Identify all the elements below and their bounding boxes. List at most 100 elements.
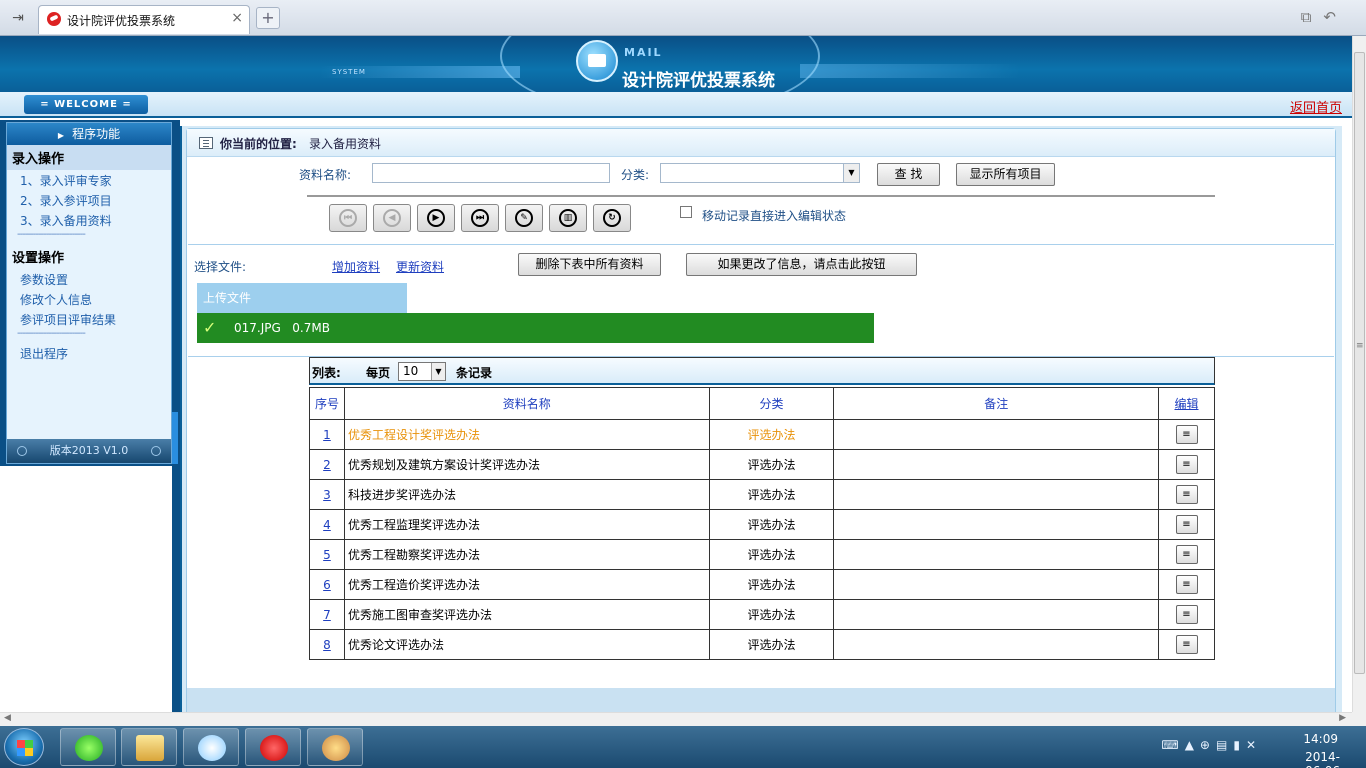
new-tab-button[interactable]: +	[256, 7, 280, 29]
sidebar-item-parameters[interactable]: 参数设置	[7, 269, 171, 289]
plus-icon[interactable]: ⊕	[1200, 738, 1216, 752]
row-index-link[interactable]: 6	[323, 578, 331, 592]
column-header-category: 分类	[708, 387, 835, 420]
table-row[interactable]: 8 优秀论文评选办法 评选办法 ≡	[309, 629, 1215, 660]
list-label: 列表:	[312, 366, 341, 380]
tray-icons[interactable]: ⌨▲⊕▤▮✕	[1161, 738, 1262, 752]
sidebar-item-input-projects[interactable]: 2、录入参评项目	[7, 190, 171, 210]
clock-time[interactable]: 14:09	[1303, 732, 1338, 746]
row-material-name: 优秀工程勘察奖评选办法	[343, 539, 710, 570]
row-index: 5	[309, 539, 345, 570]
last-record-button[interactable]: ⏭	[461, 204, 499, 232]
volume-muted-icon[interactable]: ✕	[1246, 738, 1262, 752]
restore-window-icon[interactable]: ⧉	[1301, 8, 1324, 26]
add-material-link[interactable]: 增加资料	[332, 258, 380, 275]
next-record-button[interactable]: ▶	[417, 204, 455, 232]
column-header-index: 序号	[309, 387, 345, 420]
column-header-edit[interactable]: 编辑	[1158, 387, 1215, 420]
show-all-button[interactable]: 显示所有项目	[956, 163, 1055, 186]
row-edit-button[interactable]: ≡	[1175, 575, 1198, 594]
table-row[interactable]: 3 科技进步奖评选办法 评选办法 ≡	[309, 479, 1215, 510]
chevron-down-icon[interactable]: ▼	[431, 363, 445, 380]
edit-state-checkbox[interactable]	[680, 206, 692, 218]
sidebar-separator: --------------------------	[17, 329, 86, 339]
window-controls[interactable]: ⧉↶	[1301, 8, 1348, 26]
edit-record-button[interactable]: ✎	[505, 204, 543, 232]
sidebar-group-settings: 设置操作	[12, 251, 65, 266]
per-page-select[interactable]: 10 ▼	[398, 362, 446, 381]
pencil-icon: ✎	[515, 209, 533, 227]
row-index-link[interactable]: 1	[323, 428, 331, 442]
row-edit-button[interactable]: ≡	[1175, 455, 1198, 474]
scroll-right-icon[interactable]: ▶	[1339, 713, 1346, 723]
material-name-input[interactable]	[372, 163, 610, 183]
vertical-scrollbar[interactable]: ≡	[1352, 36, 1366, 712]
scrollbar-thumb[interactable]	[1354, 52, 1365, 674]
row-index-link[interactable]: 4	[323, 518, 331, 532]
first-record-button[interactable]: ⏮	[329, 204, 367, 232]
row-index-link[interactable]: 3	[323, 488, 331, 502]
table-row[interactable]: 1 优秀工程设计奖评选办法 评选办法 ≡	[309, 419, 1215, 450]
sidebar-item-input-materials[interactable]: 3、录入备用资料	[7, 210, 171, 230]
tab-close-icon[interactable]: ×	[231, 10, 243, 26]
previous-record-button[interactable]: ◀	[373, 204, 411, 232]
back-icon[interactable]: ↶	[1323, 8, 1348, 26]
row-material-name: 优秀工程监理奖评选办法	[343, 509, 710, 540]
row-edit-button[interactable]: ≡	[1175, 515, 1198, 534]
table-row[interactable]: 6 优秀工程造价奖评选办法 评选办法 ≡	[309, 569, 1215, 600]
row-category: 评选办法	[708, 509, 835, 540]
taskbar-app-explorer[interactable]	[121, 728, 177, 766]
row-index-link[interactable]: 5	[323, 548, 331, 562]
taskbar-app-paint[interactable]	[307, 728, 363, 766]
sidebar-item-input-experts[interactable]: 1、录入评审专家	[7, 170, 171, 190]
triangle-right-icon: ▶	[57, 131, 65, 140]
table-row[interactable]: 4 优秀工程监理奖评选办法 评选办法 ≡	[309, 509, 1215, 540]
row-material-name: 优秀论文评选办法	[343, 629, 710, 660]
row-index-link[interactable]: 8	[323, 638, 331, 652]
sidebar-item-profile[interactable]: 修改个人信息	[7, 289, 171, 309]
start-button[interactable]	[4, 728, 44, 766]
table-row[interactable]: 7 优秀施工图审查奖评选办法 评选办法 ≡	[309, 599, 1215, 630]
info-changed-button[interactable]: 如果更改了信息，请点击此按钮	[686, 253, 917, 276]
row-index-link[interactable]: 2	[323, 458, 331, 472]
find-button[interactable]: 查 找	[877, 163, 940, 186]
row-material-name: 优秀工程造价奖评选办法	[343, 569, 710, 600]
mail-logo-icon	[576, 40, 618, 82]
upload-header: 上传文件	[197, 283, 407, 313]
horizontal-scrollbar[interactable]: ◀ ▶	[0, 712, 1352, 726]
return-home-link[interactable]: 返回首页	[1290, 97, 1342, 116]
category-select[interactable]: ▼	[660, 163, 860, 183]
trash-icon: ▥	[559, 209, 577, 227]
sidebar-resize-handle[interactable]	[172, 412, 178, 464]
row-edit-cell: ≡	[1158, 509, 1215, 540]
row-edit-button[interactable]: ≡	[1175, 425, 1198, 444]
refresh-button[interactable]: ↻	[593, 204, 631, 232]
browser-tab[interactable]: 设计院评优投票系统 ×	[38, 5, 250, 34]
row-material-name: 科技进步奖评选办法	[343, 479, 710, 510]
sidebar-toggle-icon[interactable]: ⇥	[8, 8, 28, 28]
keyboard-icon[interactable]: ⌨	[1161, 738, 1184, 752]
sidebar-item-review-results[interactable]: 参评项目评审结果	[7, 309, 171, 329]
taskbar-app-browser[interactable]	[60, 728, 116, 766]
delete-record-button[interactable]: ▥	[549, 204, 587, 232]
update-material-link[interactable]: 更新资料	[396, 258, 444, 275]
system-title: 设计院评优投票系统	[622, 71, 775, 91]
sidebar-item-exit[interactable]: 退出程序	[7, 343, 171, 363]
taskbar-app-cloud[interactable]	[183, 728, 239, 766]
scroll-left-icon[interactable]: ◀	[4, 713, 11, 723]
row-edit-button[interactable]: ≡	[1175, 545, 1198, 564]
row-edit-button[interactable]: ≡	[1175, 635, 1198, 654]
chevron-down-icon[interactable]: ▼	[843, 164, 859, 182]
delete-all-button[interactable]: 删除下表中所有资料	[518, 253, 661, 276]
clock-date[interactable]: 2014-06-06	[1305, 750, 1340, 768]
network-icon[interactable]: ▮	[1233, 738, 1246, 752]
row-edit-button[interactable]: ≡	[1175, 605, 1198, 624]
table-row[interactable]: 2 优秀规划及建筑方案设计奖评选办法 评选办法 ≡	[309, 449, 1215, 480]
row-index-link[interactable]: 7	[323, 608, 331, 622]
clipboard-icon[interactable]: ▤	[1216, 738, 1233, 752]
row-edit-button[interactable]: ≡	[1175, 485, 1198, 504]
taskbar-app-active-browser[interactable]	[245, 728, 301, 766]
table-row[interactable]: 5 优秀工程勘察奖评选办法 评选办法 ≡	[309, 539, 1215, 570]
row-edit-cell: ≡	[1158, 419, 1215, 450]
show-hidden-icon[interactable]: ▲	[1185, 738, 1200, 752]
